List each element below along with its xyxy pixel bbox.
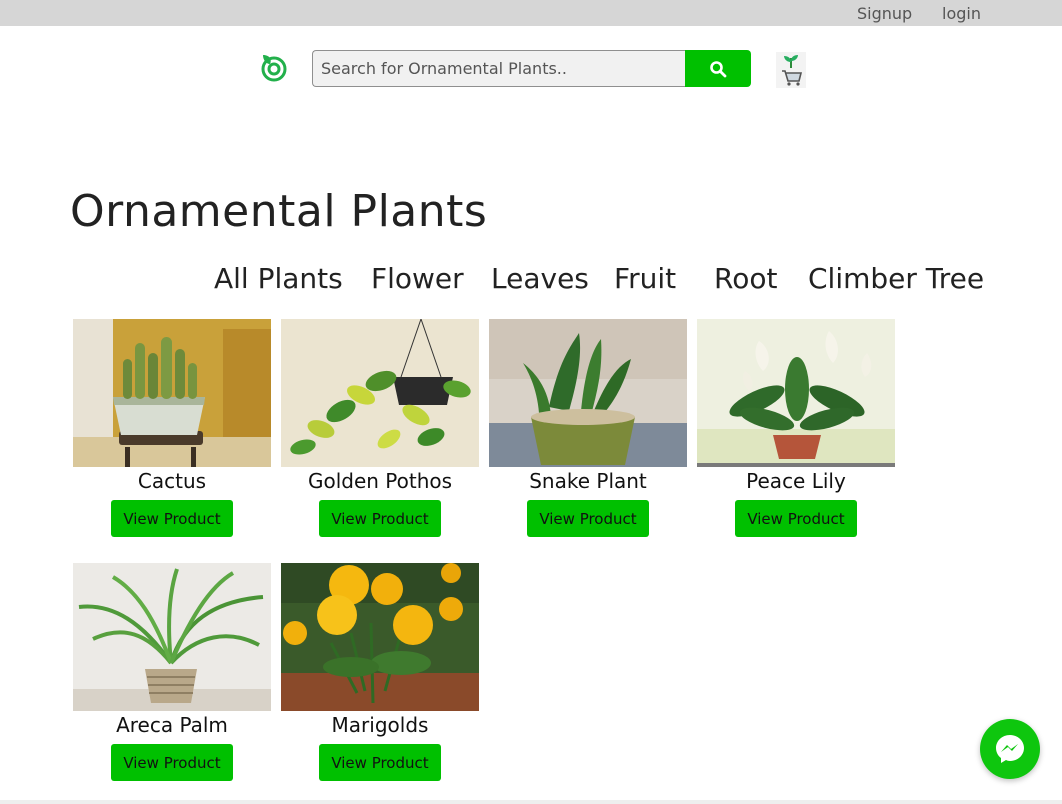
search-input[interactable] <box>312 50 685 87</box>
product-card: Cactus View Product <box>73 319 271 541</box>
product-image-peace-lily[interactable] <box>697 319 895 467</box>
category-all-plants[interactable]: All Plants <box>214 262 343 295</box>
messenger-chat-button[interactable] <box>980 719 1040 779</box>
leaf-logo-icon[interactable] <box>258 51 290 83</box>
product-name: Marigolds <box>331 713 429 737</box>
product-card: Snake Plant View Product <box>489 319 687 541</box>
product-name: Peace Lily <box>746 469 846 493</box>
view-product-button[interactable]: View Product <box>111 744 233 781</box>
product-name: Snake Plant <box>529 469 647 493</box>
category-climber-tree[interactable]: Climber Tree <box>808 262 984 295</box>
category-root[interactable]: Root <box>714 262 777 295</box>
product-image-cactus[interactable] <box>73 319 271 467</box>
view-product-button[interactable]: View Product <box>319 500 441 537</box>
category-leaves[interactable]: Leaves <box>491 262 589 295</box>
product-card: Peace Lily View Product <box>697 319 895 541</box>
plant-cart-icon <box>782 55 803 86</box>
page-title: Ornamental Plants <box>70 186 488 237</box>
product-name: Areca Palm <box>116 713 228 737</box>
product-card: Areca Palm View Product <box>73 563 271 785</box>
category-flower[interactable]: Flower <box>371 262 464 295</box>
top-bar: Signup login <box>0 0 1062 26</box>
messenger-icon <box>996 735 1024 763</box>
login-link[interactable]: login <box>942 4 981 23</box>
category-fruit[interactable]: Fruit <box>614 262 676 295</box>
page-bottom-border <box>0 800 1062 804</box>
view-product-button[interactable]: View Product <box>527 500 649 537</box>
view-product-button[interactable]: View Product <box>319 744 441 781</box>
product-name: Golden Pothos <box>307 469 453 493</box>
view-product-button[interactable]: View Product <box>111 500 233 537</box>
view-product-button[interactable]: View Product <box>735 500 857 537</box>
product-card: Marigolds View Product <box>281 563 479 785</box>
product-card: Golden Pothos View Product <box>281 319 479 541</box>
product-image-marigolds[interactable] <box>281 563 479 711</box>
product-image-areca-palm[interactable] <box>73 563 271 711</box>
product-image-snake-plant[interactable] <box>489 319 687 467</box>
product-name: Cactus <box>137 469 207 493</box>
cart-button[interactable] <box>776 52 806 88</box>
search-bar <box>312 50 751 87</box>
search-icon <box>710 60 727 77</box>
product-image-golden-pothos[interactable] <box>281 319 479 467</box>
signup-link[interactable]: Signup <box>857 4 912 23</box>
search-button[interactable] <box>685 50 751 87</box>
